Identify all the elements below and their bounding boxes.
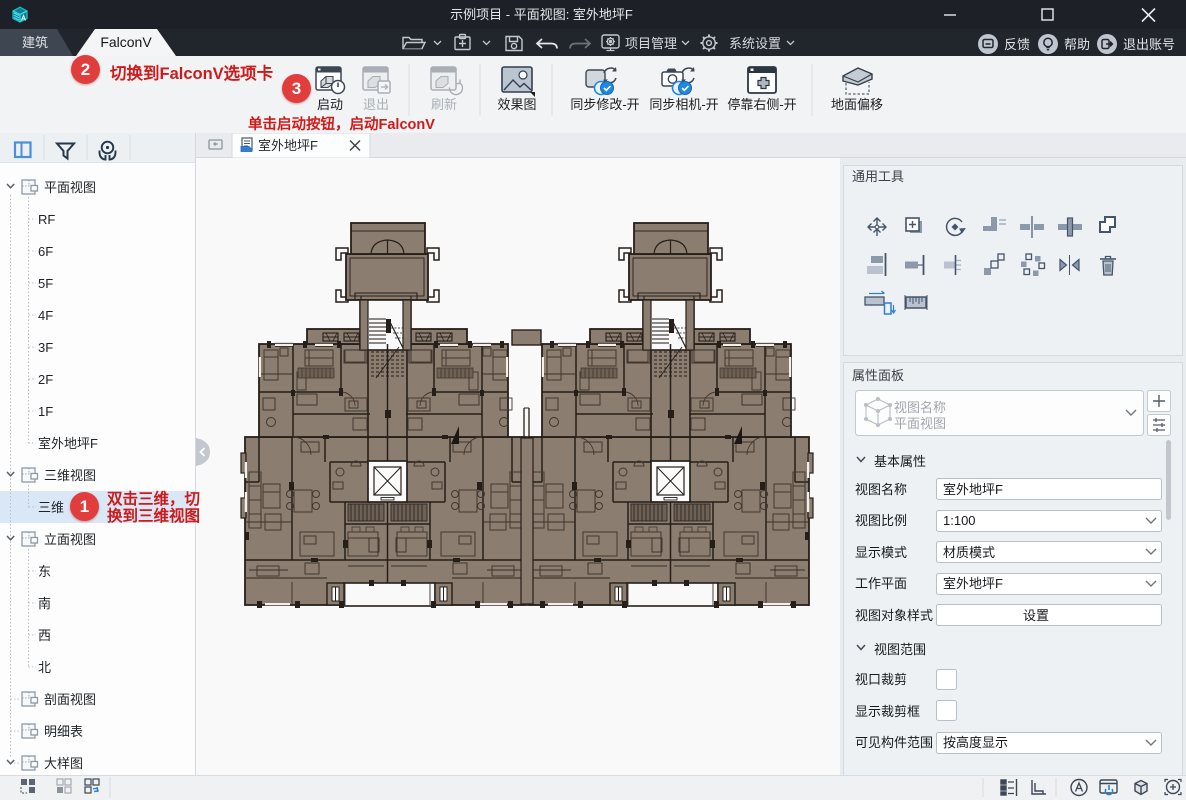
- svg-text:项目管理: 项目管理: [625, 36, 677, 51]
- svg-text:视图范围: 视图范围: [874, 642, 926, 657]
- svg-text:视图对象样式: 视图对象样式: [855, 608, 933, 623]
- svg-text:材质模式: 材质模式: [943, 545, 995, 560]
- svg-text:视图名称: 视图名称: [855, 482, 907, 497]
- svg-text:3F: 3F: [38, 340, 53, 355]
- svg-text:属性面板: 属性面板: [852, 368, 904, 383]
- svg-text:同步修改-开: 同步修改-开: [570, 97, 639, 112]
- svg-text:东: 东: [38, 564, 51, 579]
- svg-text:系统设置: 系统设置: [729, 36, 781, 51]
- svg-text:室外地坪F: 室外地坪F: [38, 436, 98, 451]
- svg-text:退出账号: 退出账号: [1123, 37, 1175, 52]
- svg-text:基本属性: 基本属性: [874, 454, 926, 469]
- svg-text:退出: 退出: [363, 97, 389, 112]
- svg-text:视口裁剪: 视口裁剪: [855, 672, 907, 687]
- svg-text:大样图: 大样图: [44, 756, 83, 771]
- svg-text:RF: RF: [38, 212, 55, 227]
- svg-text:显示模式: 显示模式: [855, 545, 907, 560]
- svg-text:4F: 4F: [38, 308, 53, 323]
- svg-text:室外地坪F: 室外地坪F: [943, 482, 1003, 497]
- svg-text:平面视图: 平面视图: [44, 180, 96, 195]
- svg-text:1:100: 1:100: [943, 513, 976, 528]
- svg-text:南: 南: [38, 596, 51, 611]
- svg-text:西: 西: [38, 628, 51, 643]
- svg-text:1F: 1F: [38, 404, 53, 419]
- svg-text:刷新: 刷新: [431, 97, 457, 112]
- svg-text:可见构件范围: 可见构件范围: [855, 735, 933, 750]
- svg-text:地面偏移: 地面偏移: [831, 97, 883, 112]
- svg-text:效果图: 效果图: [497, 97, 536, 112]
- svg-text:同步相机-开: 同步相机-开: [649, 97, 718, 112]
- svg-text:显示裁剪框: 显示裁剪框: [855, 704, 920, 719]
- svg-text:反馈: 反馈: [1004, 37, 1030, 52]
- svg-text:5F: 5F: [38, 276, 53, 291]
- svg-text:2F: 2F: [38, 372, 53, 387]
- svg-text:北: 北: [38, 660, 51, 675]
- svg-text:三维视图: 三维视图: [44, 468, 96, 483]
- svg-text:室外地坪F: 室外地坪F: [943, 576, 1003, 591]
- svg-text:工作平面: 工作平面: [855, 576, 907, 591]
- svg-text:视图名称: 视图名称: [894, 400, 946, 415]
- svg-text:明细表: 明细表: [44, 724, 83, 739]
- svg-text:按高度显示: 按高度显示: [943, 735, 1008, 750]
- svg-text:立面视图: 立面视图: [44, 532, 96, 547]
- svg-text:室外地坪F: 室外地坪F: [258, 138, 318, 153]
- svg-text:启动: 启动: [317, 97, 343, 112]
- svg-text:帮助: 帮助: [1064, 37, 1090, 52]
- svg-text:停靠右侧-开: 停靠右侧-开: [727, 97, 796, 112]
- svg-text:6F: 6F: [38, 244, 53, 259]
- svg-text:剖面视图: 剖面视图: [44, 692, 96, 707]
- svg-text:三维: 三维: [38, 500, 64, 515]
- svg-text:通用工具: 通用工具: [852, 169, 904, 184]
- svg-text:平面视图: 平面视图: [894, 416, 946, 431]
- svg-text:视图比例: 视图比例: [855, 513, 907, 528]
- svg-text:设置: 设置: [1023, 608, 1049, 623]
